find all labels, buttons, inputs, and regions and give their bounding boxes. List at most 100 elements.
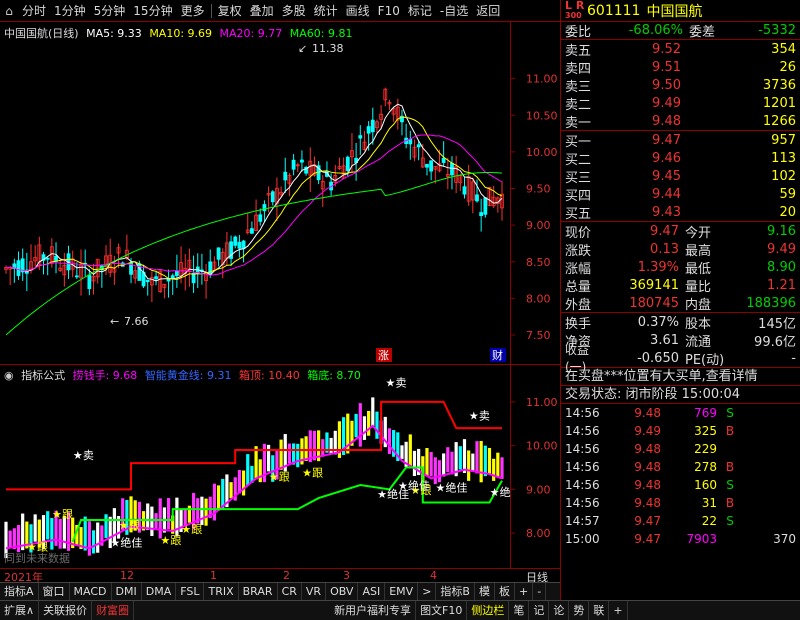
high-label: 11.38 xyxy=(312,42,344,55)
ask-row[interactable]: 卖三 9.50 3736 xyxy=(561,76,800,95)
candle-body xyxy=(258,214,263,222)
indicator-bar xyxy=(146,503,150,530)
tab-macd[interactable]: MACD xyxy=(70,583,112,600)
tab-sidebar[interactable]: 侧边栏 xyxy=(467,601,510,620)
toolbar-huaxian[interactable]: 画线 xyxy=(342,0,374,22)
tab-emv[interactable]: EMV xyxy=(385,583,419,600)
tab-dma[interactable]: DMA xyxy=(142,583,177,600)
signal-star-icon: ★ xyxy=(269,471,279,484)
quote-value: 145亿 xyxy=(758,316,796,332)
signal-star-icon: ★ xyxy=(469,409,479,422)
tab-ban[interactable]: 板 xyxy=(495,583,515,600)
home-icon[interactable]: ⌂ xyxy=(0,0,18,22)
toolbar-zixuan[interactable]: -自选 xyxy=(436,0,472,22)
indicator-bar xyxy=(483,445,487,477)
ask-row[interactable]: 卖五 9.52 354 xyxy=(561,40,800,59)
book-price: 9.52 xyxy=(652,41,681,57)
signal-label: 卖 xyxy=(479,409,490,422)
tab-window[interactable]: 窗口 xyxy=(39,583,70,600)
tab-lun[interactable]: 论 xyxy=(549,601,570,620)
candle-body xyxy=(416,144,421,148)
tab-cr[interactable]: CR xyxy=(278,583,302,600)
indicator-title[interactable]: 指标公式 xyxy=(21,369,65,382)
signal-label: 绝佳 xyxy=(445,481,467,495)
bid-row[interactable]: 买二 9.46 113 xyxy=(561,149,800,168)
book-volume: 26 xyxy=(779,59,796,75)
indicator-bar xyxy=(83,516,87,551)
quote-label: 最低 xyxy=(685,261,712,277)
tab-lian[interactable]: 联 xyxy=(589,601,610,620)
toolbar-diejia[interactable]: 叠加 xyxy=(246,0,278,22)
bid-row[interactable]: 买五 9.43 20 xyxy=(561,203,800,222)
toolbar-fuquan[interactable]: 复权 xyxy=(214,0,246,22)
tab-f10[interactable]: 图文F10 xyxy=(416,601,468,620)
tab-next-icon[interactable]: > xyxy=(418,583,437,600)
toolbar-1min[interactable]: 1分钟 xyxy=(50,0,90,22)
signal-star-icon: ★ xyxy=(435,482,445,495)
quote-label: 内盘 xyxy=(685,297,712,313)
candle-body xyxy=(462,186,467,195)
tab-asi[interactable]: ASI xyxy=(358,583,386,600)
toolbar-tongji[interactable]: 统计 xyxy=(310,0,342,22)
candle-body xyxy=(450,162,454,176)
tab-plus-icon[interactable]: + xyxy=(515,583,534,600)
tab-minus-icon[interactable]: - xyxy=(533,583,547,600)
tab-new-user-benefit[interactable]: 新用户福利专享 xyxy=(330,601,417,620)
tab-bi[interactable]: 笔 xyxy=(509,601,530,620)
candle-body xyxy=(262,204,267,212)
tab-vr[interactable]: VR xyxy=(302,583,327,600)
indicator-toggle-icon[interactable]: ◉ xyxy=(4,369,14,382)
book-level-label: 卖五 xyxy=(565,43,592,59)
price-grid xyxy=(510,22,515,367)
indicator-bar xyxy=(158,498,162,539)
tab-wealth-circle[interactable]: 财富圈 xyxy=(92,601,135,620)
tick-price: 9.49 xyxy=(634,424,661,438)
ask-row[interactable]: 卖二 9.49 1201 xyxy=(561,94,800,113)
tick-row: 14:56 9.48 278 B xyxy=(561,458,800,476)
toolbar-duogu[interactable]: 多股 xyxy=(278,0,310,22)
tab-brar[interactable]: BRAR xyxy=(239,583,278,600)
indicator-chart[interactable]: 11.0010.009.008.00 ★ 卖★ 卖★ 卖★ 跟★ 跟★ 跟★ 跟★ 跟★ 跟 ★ 跟★… xyxy=(0,364,560,569)
indicator-bar xyxy=(216,485,221,511)
tab-indicator-b[interactable]: 指标B xyxy=(436,583,475,600)
tab-dmi[interactable]: DMI xyxy=(112,583,142,600)
indicator-bar xyxy=(496,452,500,477)
quote-stats: 现价 9.47 今开 9.16 涨跌 0.13 最高 9.49 涨幅 1.39% 最低 8.90 总量 3… xyxy=(561,222,800,313)
tab-shi[interactable]: 势 xyxy=(569,601,590,620)
tab-add-icon[interactable]: + xyxy=(609,601,628,620)
toolbar-more[interactable]: 更多 xyxy=(177,0,209,22)
toolbar-15min[interactable]: 15分钟 xyxy=(129,0,176,22)
candlestick-chart[interactable]: 11.00 10.50 10.00 9.50 9.00 8.50 8.00 7.50 11.3… xyxy=(0,22,560,367)
price-tick: 11.00 xyxy=(526,73,558,86)
quote-value: 9.49 xyxy=(767,241,796,257)
quote-value: -0.650 xyxy=(637,350,679,366)
candle-body xyxy=(87,274,92,290)
toolbar-biaoji[interactable]: 标记 xyxy=(404,0,436,22)
tab-trix[interactable]: TRIX xyxy=(204,583,239,600)
toolbar-f10[interactable]: F10 xyxy=(374,0,404,22)
tab-related-quote[interactable]: 关联报价 xyxy=(39,601,93,620)
tab-fsl[interactable]: FSL xyxy=(176,583,205,600)
book-price: 9.46 xyxy=(652,150,681,166)
tab-expand[interactable]: 扩展∧ xyxy=(0,601,40,620)
bid-row[interactable]: 买一 9.47 957 xyxy=(561,131,800,150)
tab-ji[interactable]: 记 xyxy=(529,601,550,620)
watermark: 同到未来数据 xyxy=(4,551,70,565)
indicator-bar xyxy=(312,430,317,461)
indicator-bar xyxy=(229,482,233,499)
date-label: 4 xyxy=(430,569,437,582)
book-level-label: 买一 xyxy=(565,134,592,150)
candle-body xyxy=(441,157,446,163)
ask-row[interactable]: 卖一 9.48 1266 xyxy=(561,112,800,131)
tab-indicator-a[interactable]: 指标A xyxy=(0,583,39,600)
toolbar-fanhui[interactable]: 返回 xyxy=(472,0,504,22)
tab-obv[interactable]: OBV xyxy=(326,583,359,600)
toolbar-fenshi[interactable]: 分时 xyxy=(18,0,50,22)
bid-row[interactable]: 买三 9.45 102 xyxy=(561,167,800,186)
toolbar-5min[interactable]: 5分钟 xyxy=(90,0,130,22)
indicator-tick: 11.00 xyxy=(526,396,558,409)
tick-volume: 7903 xyxy=(686,532,717,546)
ask-row[interactable]: 卖四 9.51 26 xyxy=(561,58,800,77)
tab-mo[interactable]: 模 xyxy=(475,583,495,600)
bid-row[interactable]: 买四 9.44 59 xyxy=(561,185,800,204)
